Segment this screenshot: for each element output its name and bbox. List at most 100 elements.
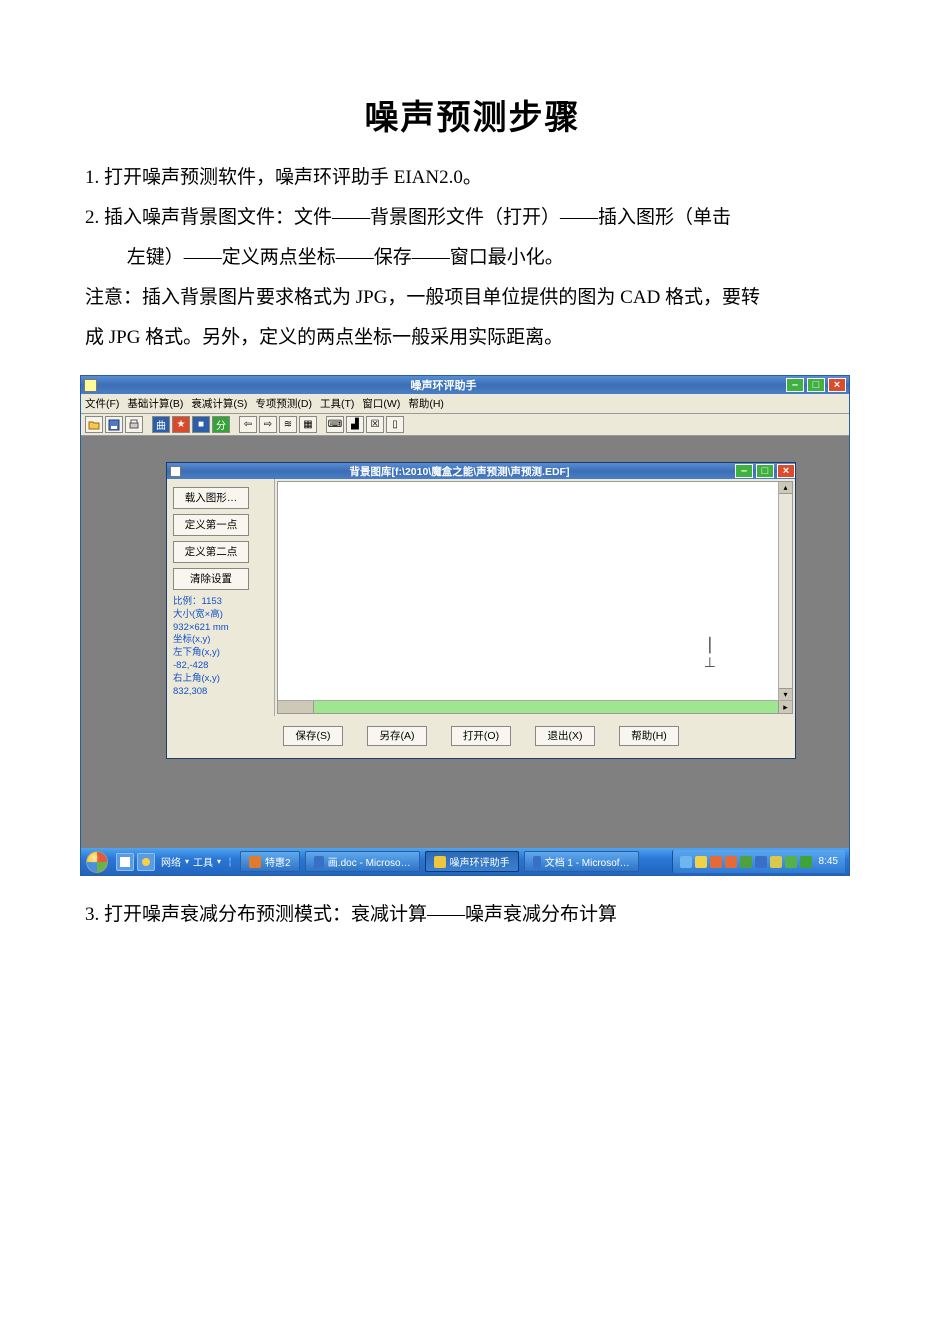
dialog-window-controls: – □ × — [735, 464, 795, 478]
menu-basic-calc[interactable]: 基础计算(B) — [127, 396, 183, 411]
dialog-icon — [170, 466, 181, 477]
print-icon[interactable] — [125, 416, 143, 433]
deskbar-controls: 网络▾ 工具▾￤ — [161, 854, 235, 869]
document-page: 噪声预测步骤 1. 打开噪声预测软件，噪声环评助手 EIAN2.0。 2. 插入… — [0, 0, 945, 976]
menu-help[interactable]: 帮助(H) — [408, 396, 444, 411]
load-image-button[interactable]: 载入图形… — [173, 487, 249, 509]
window-controls: – □ × — [786, 378, 846, 392]
horizontal-scrollbar[interactable]: ▸ — [278, 700, 792, 713]
tray-icon[interactable] — [695, 856, 707, 868]
canvas-marker: ⎮⊥ — [704, 637, 716, 671]
dialog-button-row: 保存(S) 另存(A) 打开(O) 退出(X) 帮助(H) — [167, 716, 795, 758]
clock: 8:45 — [819, 856, 838, 867]
vertical-scrollbar[interactable]: ▴ ▾ — [778, 482, 792, 700]
workspace: 背景图库[f:\2010\魔盒之能\声预测\声预测.EDF] – □ × 载入图… — [81, 436, 849, 848]
app-window: 噪声环评助手 – □ × 文件(F) 基础计算(B) 衰减计算(S) 专项预测(… — [80, 375, 850, 876]
open-button[interactable]: 打开(O) — [451, 726, 511, 746]
info-scale: 比例：1153 — [173, 596, 268, 609]
task-icon — [533, 856, 541, 868]
taskbar: 网络▾ 工具▾￤ 特惠2 画.doc - Microso… 噪声环评助手 文档 … — [81, 848, 849, 875]
scroll-up-icon[interactable]: ▴ — [779, 482, 792, 494]
background-image-dialog: 背景图库[f:\2010\魔盒之能\声预测\声预测.EDF] – □ × 载入图… — [166, 462, 796, 759]
app-title: 噪声环评助手 — [101, 377, 786, 393]
calc-icon[interactable]: ⌨ — [326, 416, 344, 433]
scroll-thumb[interactable] — [314, 701, 778, 713]
task-item-1[interactable]: 特惠2 — [240, 851, 300, 872]
info-coord-label: 坐标(x,y) — [173, 634, 268, 647]
menu-window[interactable]: 窗口(W) — [362, 396, 400, 411]
toolbar: 曲 ★ ■ 分 ⇦ ⇨ ≋ ▦ ⌨ ▟ ☒ ▯ — [81, 414, 849, 436]
tray-icon[interactable] — [725, 856, 737, 868]
app-titlebar: 噪声环评助手 – □ × — [81, 376, 849, 394]
close-button[interactable]: × — [828, 378, 846, 392]
help-button[interactable]: 帮助(H) — [619, 726, 679, 746]
note-line-1: 注意：插入背景图片要求格式为 JPG，一般项目单位提供的图为 CAD 格式，要转 — [85, 279, 860, 317]
step-3: 3. 打开噪声衰减分布预测模式：衰减计算——噪声衰减分布计算 — [85, 896, 860, 934]
doc-title: 噪声预测步骤 — [85, 90, 860, 139]
clear-settings-button[interactable]: 清除设置 — [173, 568, 249, 590]
tray-icon[interactable] — [740, 856, 752, 868]
menu-special-forecast[interactable]: 专项预测(D) — [255, 396, 312, 411]
task-label: 噪声环评助手 — [450, 854, 510, 869]
dialog-minimize-button[interactable]: – — [735, 464, 753, 478]
menu-attenuation-calc[interactable]: 衰减计算(S) — [191, 396, 247, 411]
side-panel: 载入图形… 定义第一点 定义第二点 清除设置 比例：1153 大小(宽×高) 9… — [167, 479, 275, 716]
info-bottom-left-value: -82,-428 — [173, 660, 268, 673]
task-icon — [314, 856, 324, 868]
tool-icon-2[interactable]: ★ — [172, 416, 190, 433]
save-icon[interactable] — [105, 416, 123, 433]
info-bottom-left-label: 左下角(x,y) — [173, 647, 268, 660]
tray-icon[interactable] — [800, 856, 812, 868]
tray-icon[interactable] — [755, 856, 767, 868]
doc-icon[interactable]: ▯ — [386, 416, 404, 433]
task-item-4[interactable]: 文档 1 - Microsof… — [524, 851, 639, 872]
canvas-area[interactable]: ⎮⊥ ▴ ▾ ▸ — [277, 481, 793, 714]
note-line-2: 成 JPG 格式。另外，定义的两点坐标一般采用实际距离。 — [85, 319, 860, 357]
scroll-down-icon[interactable]: ▾ — [779, 688, 792, 700]
save-as-button[interactable]: 另存(A) — [367, 726, 427, 746]
save-button[interactable]: 保存(S) — [283, 726, 343, 746]
info-size-value: 932×621 mm — [173, 622, 268, 635]
task-icon — [434, 856, 446, 868]
tool-icon-3[interactable]: ■ — [192, 416, 210, 433]
minimize-button[interactable]: – — [786, 378, 804, 392]
tray-icon[interactable] — [710, 856, 722, 868]
arrow-right-icon[interactable]: ⇨ — [259, 416, 277, 433]
quick-launch-2[interactable] — [137, 853, 155, 871]
tray-icon[interactable] — [770, 856, 782, 868]
maximize-button[interactable]: □ — [807, 378, 825, 392]
tool-icon-1[interactable]: 曲 — [152, 416, 170, 433]
task-item-2[interactable]: 画.doc - Microso… — [305, 851, 420, 872]
step-1: 1. 打开噪声预测软件，噪声环评助手 EIAN2.0。 — [85, 159, 860, 197]
tool-icon-4[interactable]: 分 — [212, 416, 230, 433]
close-x-icon[interactable]: ☒ — [366, 416, 384, 433]
dialog-body: 载入图形… 定义第一点 定义第二点 清除设置 比例：1153 大小(宽×高) 9… — [167, 479, 795, 716]
step-2-line-1: 2. 插入噪声背景图文件：文件——背景图形文件（打开）——插入图形（单击 — [85, 199, 860, 237]
start-button[interactable] — [81, 848, 113, 875]
define-point-1-button[interactable]: 定义第一点 — [173, 514, 249, 536]
exit-button[interactable]: 退出(X) — [535, 726, 595, 746]
wave-icon[interactable]: ≋ — [279, 416, 297, 433]
menu-tools[interactable]: 工具(T) — [320, 396, 354, 411]
deskbar-tools-label[interactable]: 工具 — [193, 854, 213, 869]
task-label: 特惠2 — [265, 854, 291, 869]
tray-icon[interactable] — [785, 856, 797, 868]
open-icon[interactable] — [85, 416, 103, 433]
task-item-3[interactable]: 噪声环评助手 — [425, 851, 519, 872]
dialog-close-button[interactable]: × — [777, 464, 795, 478]
scroll-right-icon[interactable]: ▸ — [778, 701, 792, 713]
define-point-2-button[interactable]: 定义第二点 — [173, 541, 249, 563]
chart-icon[interactable]: ▟ — [346, 416, 364, 433]
embedded-screenshot: 噪声环评助手 – □ × 文件(F) 基础计算(B) 衰减计算(S) 专项预测(… — [85, 375, 860, 876]
quick-launch-1[interactable] — [116, 853, 134, 871]
app-icon — [84, 379, 97, 392]
dialog-title: 背景图库[f:\2010\魔盒之能\声预测\声预测.EDF] — [184, 464, 735, 479]
tray-icon[interactable] — [680, 856, 692, 868]
grid-icon[interactable]: ▦ — [299, 416, 317, 433]
dialog-maximize-button[interactable]: □ — [756, 464, 774, 478]
deskbar-network-label[interactable]: 网络 — [161, 854, 181, 869]
task-label: 画.doc - Microso… — [328, 854, 411, 869]
task-label: 文档 1 - Microsof… — [545, 854, 630, 869]
menu-file[interactable]: 文件(F) — [85, 396, 119, 411]
arrow-left-icon[interactable]: ⇦ — [239, 416, 257, 433]
